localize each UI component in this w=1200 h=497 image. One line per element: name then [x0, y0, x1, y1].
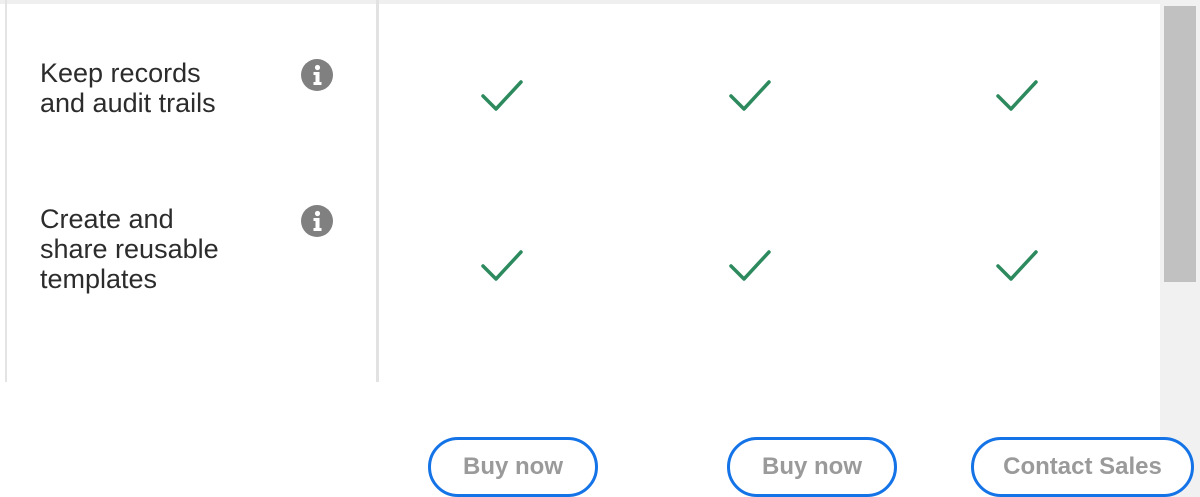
table-top-border — [0, 0, 1160, 4]
vertical-scrollbar[interactable] — [1160, 0, 1200, 497]
feature-label: Keep records and audit trails — [40, 58, 216, 118]
buy-now-button[interactable]: Buy now — [428, 437, 598, 497]
check-icon — [996, 80, 1038, 111]
check-icon — [996, 250, 1038, 281]
table-left-border — [5, 0, 7, 382]
column-divider — [376, 0, 379, 382]
feature-comparison-table: Keep records and audit trails Create and… — [0, 0, 1160, 382]
info-circle-icon[interactable] — [300, 204, 334, 238]
feature-label: Create and share reusable templates — [40, 204, 219, 294]
check-icon — [481, 80, 523, 111]
scrollbar-thumb[interactable] — [1164, 6, 1196, 282]
buy-now-button[interactable]: Buy now — [727, 437, 897, 497]
check-icon — [481, 250, 523, 281]
contact-sales-button[interactable]: Contact Sales — [971, 437, 1194, 497]
check-icon — [729, 250, 771, 281]
check-icon — [729, 80, 771, 111]
info-circle-icon[interactable] — [300, 58, 334, 92]
